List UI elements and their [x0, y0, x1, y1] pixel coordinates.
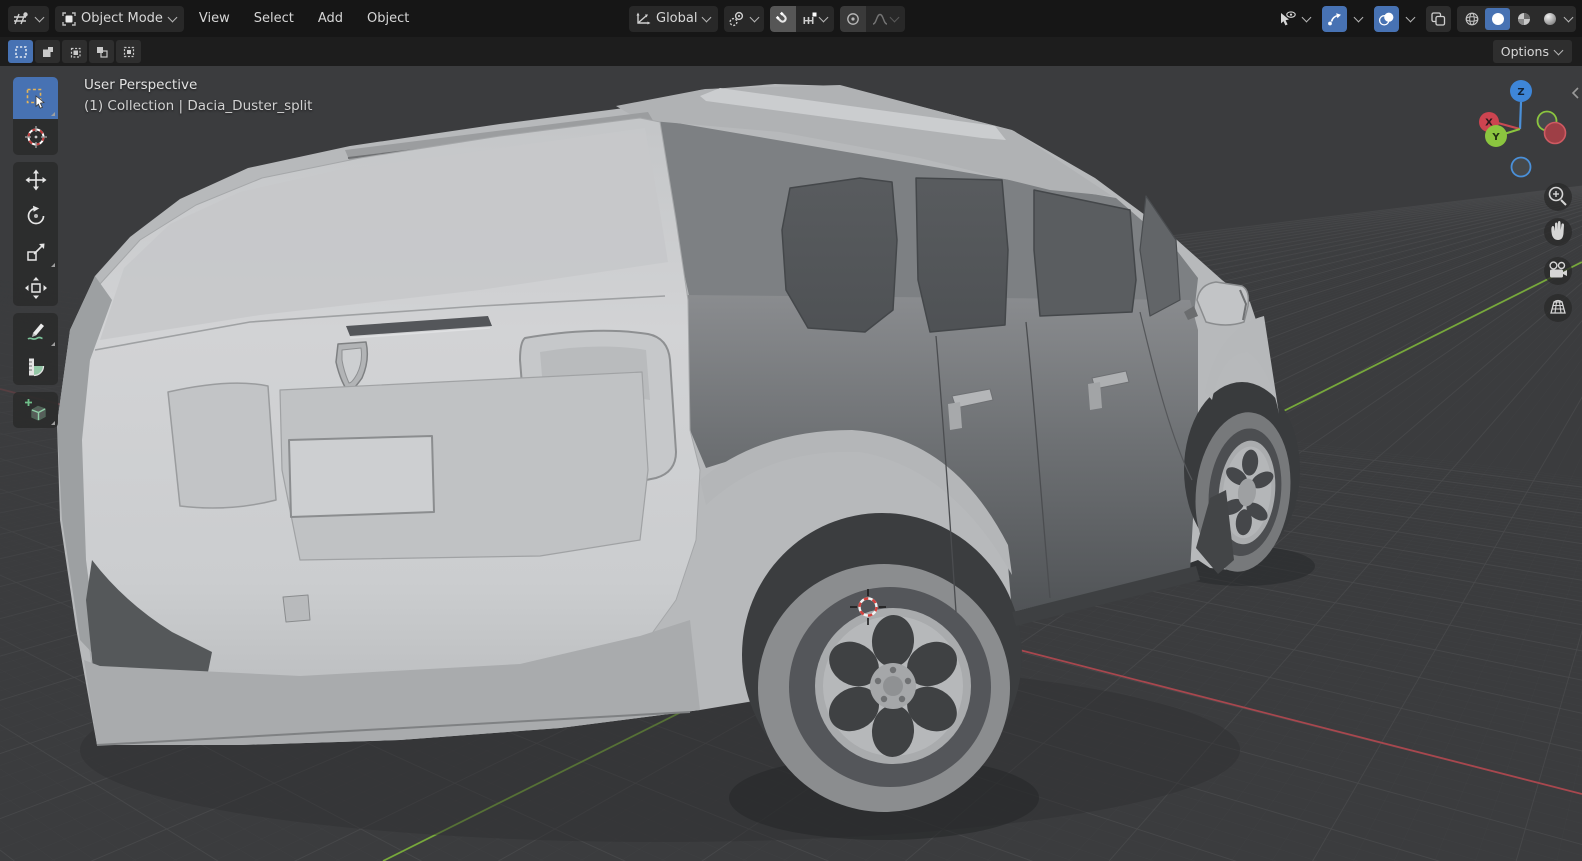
toolbar: [13, 77, 58, 428]
show-overlays-toggle[interactable]: [1374, 6, 1399, 32]
pan-button[interactable]: [1544, 218, 1572, 246]
cursor-tool-icon: [24, 125, 48, 149]
chevron-down-icon: [1354, 12, 1364, 22]
select-mode-subtract[interactable]: [62, 40, 87, 63]
tool-add-cube[interactable]: [13, 392, 58, 428]
gizmo-dropdown[interactable]: [1349, 6, 1368, 32]
toggle-xray-button[interactable]: [1426, 6, 1451, 32]
select-mode-intersect[interactable]: [116, 40, 141, 63]
overlays-dropdown[interactable]: [1401, 6, 1420, 32]
tool-transform[interactable]: [13, 270, 58, 306]
shading-wireframe-button[interactable]: [1459, 8, 1484, 30]
scale-icon: [25, 241, 47, 263]
transform-orientation-dropdown[interactable]: Global: [629, 6, 718, 32]
pivot-point-dropdown[interactable]: [724, 6, 764, 32]
camera-view-button[interactable]: [1544, 257, 1572, 285]
chevron-down-icon: [1406, 12, 1416, 22]
menu-add[interactable]: Add: [309, 6, 352, 32]
chevron-down-icon: [702, 12, 712, 22]
options-dropdown[interactable]: Options: [1493, 40, 1572, 63]
falloff-curve-icon: [871, 11, 889, 27]
show-object-types-button[interactable]: [1274, 6, 1316, 32]
proportional-edit-group: [840, 6, 905, 32]
menu-select[interactable]: Select: [245, 6, 303, 32]
chevron-down-icon: [35, 12, 45, 22]
tool-cursor[interactable]: [13, 119, 58, 155]
menu-object[interactable]: Object: [358, 6, 418, 32]
menu-view[interactable]: View: [190, 6, 239, 32]
solid-sphere-icon: [1490, 11, 1506, 27]
shading-mode-group: [1457, 6, 1576, 32]
snap-toggle-button[interactable]: [770, 6, 796, 32]
snapping-group: [770, 6, 834, 32]
axis-gizmo[interactable]: X Y Z: [1479, 80, 1566, 177]
visibility-pointer-eye-icon: [1278, 10, 1297, 27]
select-mode-extend[interactable]: [35, 40, 60, 63]
pivot-point-icon: [728, 11, 745, 27]
rear-wheel: [758, 564, 1010, 812]
axis-x-label: X: [1485, 118, 1493, 129]
proportional-edit-toggle[interactable]: [840, 6, 866, 32]
chevron-down-icon: [1302, 12, 1312, 22]
chevron-down-icon: [819, 12, 829, 22]
object-mode-icon: [61, 11, 77, 27]
options-label: Options: [1501, 44, 1549, 59]
xray-squares-icon: [1430, 11, 1447, 27]
axis-neg-z-ball[interactable]: [1512, 158, 1531, 177]
axis-neg-x-ball[interactable]: [1545, 123, 1566, 144]
move-icon: [25, 169, 47, 191]
mode-selector[interactable]: Object Mode: [55, 6, 184, 32]
show-gizmo-toggle[interactable]: [1322, 6, 1347, 32]
select-box-icon: [25, 87, 47, 109]
proportional-falloff-button[interactable]: [866, 6, 905, 32]
rotate-icon: [25, 205, 47, 227]
navigation-controls: X Y Z: [1458, 80, 1580, 342]
editor-type-button[interactable]: [8, 6, 49, 32]
chevron-down-icon: [1554, 45, 1564, 55]
proportional-circle-icon: [845, 11, 861, 27]
annotate-pen-icon: [25, 320, 47, 342]
overlays-spheres-icon: [1378, 11, 1395, 27]
snap-with-button[interactable]: [796, 6, 834, 32]
axis-y-label: Y: [1491, 132, 1500, 143]
transform-icon: [24, 276, 48, 300]
select-mode-set[interactable]: [8, 40, 33, 63]
tool-rotate[interactable]: [13, 198, 58, 234]
tool-scale[interactable]: [13, 234, 58, 270]
select-mode-group: [8, 40, 141, 63]
shading-rendered-button[interactable]: [1537, 8, 1562, 30]
rendered-sphere-icon: [1542, 11, 1558, 27]
snap-increment-icon: [801, 11, 818, 27]
tool-select-box[interactable]: [13, 77, 58, 119]
add-cube-icon: [24, 398, 48, 422]
tool-settings-bar: Options: [0, 37, 1582, 66]
chevron-down-icon: [1564, 12, 1574, 22]
orthographic-toggle-button[interactable]: [1544, 294, 1572, 322]
chevron-down-icon: [750, 12, 760, 22]
tool-annotate[interactable]: [13, 313, 58, 349]
orientation-label: Global: [656, 11, 697, 26]
tool-move[interactable]: [13, 162, 58, 198]
zoom-button[interactable]: [1544, 183, 1572, 211]
material-sphere-icon: [1516, 11, 1532, 27]
measure-icon: [25, 356, 47, 378]
mode-label: Object Mode: [81, 11, 163, 26]
scene-canvas[interactable]: [0, 66, 1582, 861]
magnet-icon: [775, 11, 791, 27]
shading-material-button[interactable]: [1511, 8, 1536, 30]
blender-window: { "palette": { "accent": "#4772b3", "hea…: [0, 0, 1582, 861]
shading-solid-button[interactable]: [1485, 8, 1510, 30]
select-mode-invert[interactable]: [89, 40, 114, 63]
axis-z-label: Z: [1517, 87, 1524, 98]
gizmo-arc-arrow-icon: [1326, 11, 1343, 27]
sidebar-collapse-chevron[interactable]: [1573, 88, 1578, 98]
orientation-axes-icon: [635, 11, 652, 27]
3d-viewport-editor-icon: [12, 11, 30, 27]
chevron-down-icon: [890, 12, 900, 22]
tool-measure[interactable]: [13, 349, 58, 385]
chevron-down-icon: [167, 12, 177, 22]
viewport-3d[interactable]: User Perspective (1) Collection | Dacia_…: [0, 66, 1582, 861]
viewport-header: Object Mode View Select Add Object Globa…: [0, 0, 1582, 37]
wireframe-globe-icon: [1464, 11, 1480, 27]
